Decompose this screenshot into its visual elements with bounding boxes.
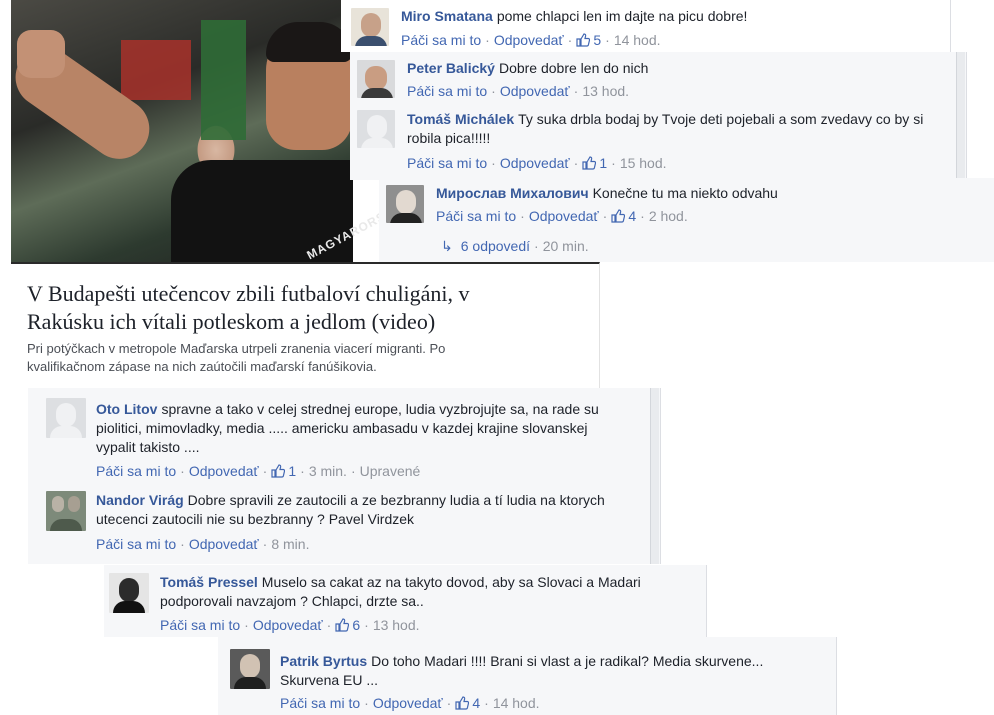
reply-arrow-icon: ↳ <box>441 238 453 254</box>
comment-author[interactable]: Oto Litov <box>96 401 157 417</box>
avatar[interactable] <box>230 649 270 689</box>
comment-time[interactable]: 8 min. <box>271 536 309 552</box>
comment-card: Peter Balický Dobre dobre len do nich Páč… <box>350 52 967 180</box>
comment-author[interactable]: Tomáš Pressel <box>160 574 258 590</box>
reply-link[interactable]: Odpovedať <box>500 83 570 99</box>
like-link[interactable]: Páči sa mi to <box>436 208 516 224</box>
comment-text: Dobre dobre len do nich <box>498 60 649 76</box>
comment-actions: Páči sa mi to · Odpovedať · 13 hod. <box>407 83 630 99</box>
like-link[interactable]: Páči sa mi to <box>96 536 176 552</box>
thumbs-up-icon <box>611 209 626 223</box>
reply-link[interactable]: Odpovedať <box>189 463 259 479</box>
reply-link[interactable]: Odpovedať <box>373 695 443 711</box>
comment-time[interactable]: 3 min. <box>309 463 347 479</box>
reply-link[interactable]: Odpovedať <box>500 155 570 171</box>
comment-card: Мирослав Михалович Konečne tu ma niekto o… <box>379 178 994 262</box>
scrollbar[interactable] <box>956 52 965 180</box>
like-link[interactable]: Páči sa mi to <box>407 155 487 171</box>
comment-text: pome chlapci len im dajte na picu dobre! <box>496 8 748 24</box>
like-link[interactable]: Páči sa mi to <box>280 695 360 711</box>
comment-time[interactable]: 14 hod. <box>493 695 540 711</box>
flag-green-stripe <box>201 20 246 140</box>
thumbs-up-icon <box>455 696 470 710</box>
avatar[interactable] <box>46 491 86 531</box>
comment-author[interactable]: Мирослав Михалович <box>436 185 589 201</box>
replies-time: 20 min. <box>542 238 589 254</box>
comment-time[interactable]: 2 hod. <box>649 208 688 224</box>
comment-actions: Páči sa mi to · Odpovedať · 4 · 2 hod. <box>436 208 688 224</box>
edited-label[interactable]: Upravené <box>360 463 421 479</box>
comment-card: Tomáš Pressel Muselo sa cakat az na takyt… <box>104 565 707 637</box>
comment-author[interactable]: Patrik Byrtus <box>280 653 367 669</box>
comment-time[interactable]: 13 hod. <box>373 617 420 633</box>
reply-link[interactable]: Odpovedať <box>494 32 564 48</box>
like-count[interactable]: 6 <box>335 617 360 633</box>
comment-actions: Páči sa mi to · Odpovedať · 4 · 14 hod. <box>280 695 540 711</box>
scrollbar[interactable] <box>650 388 659 564</box>
comment-card: Oto Litov spravne a tako v celej strednej… <box>28 388 661 564</box>
replies-link[interactable]: ↳ 6 odpovedí · 20 min. <box>441 237 589 255</box>
comment-actions: Páči sa mi to · Odpovedať · 1 · 3 min. · Upraven… <box>96 463 421 479</box>
comment-text: Konečne tu ma niekto odvahu <box>592 185 778 201</box>
reply-link[interactable]: Odpovedať <box>529 208 599 224</box>
comment-author[interactable]: Nandor Virág <box>96 492 184 508</box>
comment-actions: Páči sa mi to · Odpovedať · 1 · 15 hod. <box>407 155 667 171</box>
comment-actions: Páči sa mi to · Odpovedať · 5 · 14 hod. <box>401 32 661 48</box>
comment-time[interactable]: 15 hod. <box>620 155 667 171</box>
like-link[interactable]: Páči sa mi to <box>407 83 487 99</box>
flag-red-stripe <box>121 40 191 100</box>
thumbs-up-icon <box>576 33 591 47</box>
article-preview[interactable]: V Budapešti utečencov zbili futbaloví ch… <box>11 262 600 388</box>
like-count[interactable]: 4 <box>611 208 636 224</box>
comment-time[interactable]: 14 hod. <box>614 32 661 48</box>
avatar[interactable] <box>357 110 395 148</box>
avatar[interactable] <box>46 398 86 438</box>
comment-time[interactable]: 13 hod. <box>582 83 629 99</box>
like-count[interactable]: 1 <box>271 463 296 479</box>
article-photo[interactable]: MAGYARORSZÁG <box>3 0 413 262</box>
article-description: Pri potýčkach v metropole Maďarska utrpe… <box>27 341 446 374</box>
comment-author[interactable]: Peter Balický <box>407 60 495 76</box>
like-link[interactable]: Páči sa mi to <box>160 617 240 633</box>
comment-author[interactable]: Tomáš Michálek <box>407 111 514 127</box>
article-title[interactable]: V Budapešti utečencov zbili futbaloví ch… <box>27 280 547 336</box>
comment-card: Patrik Byrtus Do toho Madari !!!! Brani s… <box>218 637 837 715</box>
thumbs-up-icon <box>335 618 350 632</box>
like-link[interactable]: Páči sa mi to <box>96 463 176 479</box>
comment-text: spravne a tako v celej strednej europe, … <box>96 401 599 455</box>
reply-link[interactable]: Odpovedať <box>189 536 259 552</box>
thumbs-up-icon <box>582 156 597 170</box>
comment-actions: Páči sa mi to · Odpovedať · 8 min. <box>96 536 310 552</box>
comment-author[interactable]: Miro Smatana <box>401 8 493 24</box>
avatar[interactable] <box>386 185 424 223</box>
thumbs-up-icon <box>271 464 286 478</box>
avatar[interactable] <box>357 60 395 98</box>
like-count[interactable]: 5 <box>576 32 601 48</box>
avatar[interactable] <box>109 573 149 613</box>
like-link[interactable]: Páči sa mi to <box>401 32 481 48</box>
like-count[interactable]: 1 <box>582 155 607 171</box>
comment-actions: Páči sa mi to · Odpovedať · 6 · 13 hod. <box>160 617 420 633</box>
hair <box>266 22 352 62</box>
fist <box>17 30 65 78</box>
like-count[interactable]: 4 <box>455 695 480 711</box>
avatar[interactable] <box>351 8 389 46</box>
reply-link[interactable]: Odpovedať <box>253 617 323 633</box>
comment-card: Miro Smatana pome chlapci len im dajte na… <box>341 0 951 52</box>
